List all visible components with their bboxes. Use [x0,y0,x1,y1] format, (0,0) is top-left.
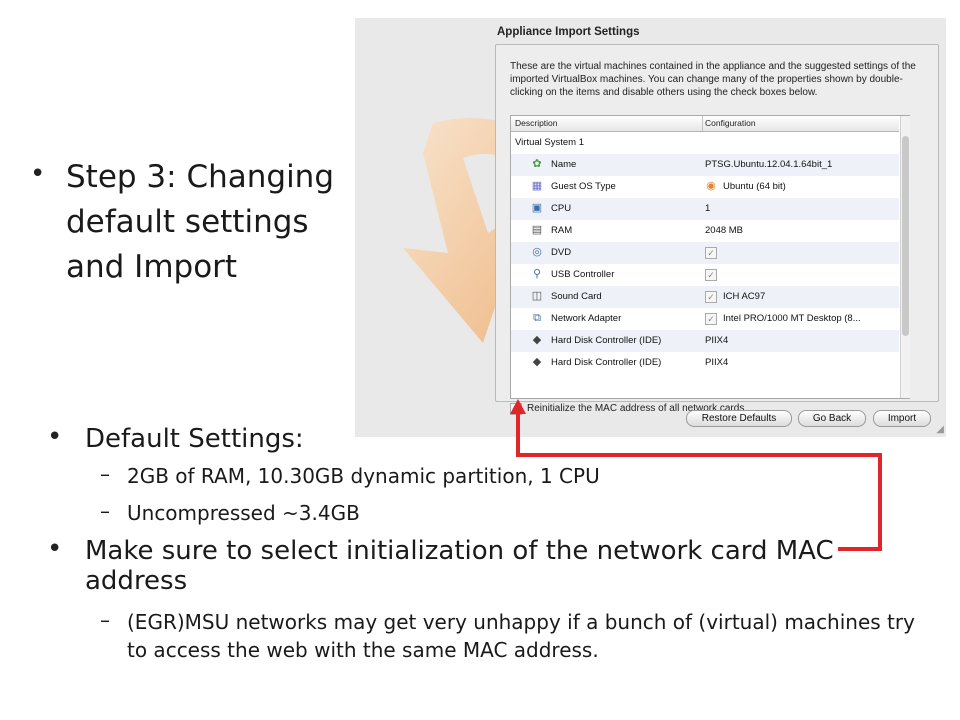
dash-marker: – [100,499,110,523]
import-button[interactable]: Import [873,410,931,427]
name-icon: ✿ [532,158,542,170]
row-value[interactable]: PIIX4 [705,335,728,346]
appliance-import-screenshot: Appliance Import Settings These are the … [355,18,946,437]
row-value[interactable]: Intel PRO/1000 MT Desktop (8... [723,313,861,324]
row-label: CPU [551,203,572,214]
table-row-ram[interactable]: ▤ RAM 2048 MB [511,220,899,242]
ubuntu-icon: ◉ [706,180,716,192]
virtual-system-label: Virtual System 1 [515,137,584,148]
table-row-network[interactable]: ⧉ Network Adapter ✓ Intel PRO/1000 MT De… [511,308,899,330]
row-value[interactable]: PTSG.Ubuntu.12.04.1.64bit_1 [705,159,832,170]
row-value[interactable]: PIIX4 [705,357,728,368]
scrollbar-thumb[interactable] [902,136,909,336]
column-header-description[interactable]: Description [515,118,558,128]
bullet-dot: • [30,159,46,189]
step-bullet-text: Step 3: Changing default settings and Im… [66,159,335,285]
dialog-title: Appliance Import Settings [497,26,640,38]
row-label: Network Adapter [551,313,622,324]
disk-controller-icon: ◆ [532,334,542,346]
sound-checkbox[interactable]: ✓ [705,291,717,303]
row-label: DVD [551,247,572,258]
dash-marker: – [100,608,110,632]
row-label: Hard Disk Controller (IDE) [551,357,662,368]
dash-marker: – [100,462,110,486]
mac-address-note: (EGR)MSU networks may get very unhappy i… [127,610,915,662]
row-value[interactable]: 2048 MB [705,225,743,236]
os-icon: ▦ [531,180,543,192]
ram-icon: ▤ [531,224,543,236]
default-settings-size: Uncompressed ~3.4GB [127,501,360,525]
table-row-disk-controller[interactable]: ◆ Hard Disk Controller (IDE) PIIX4 [511,352,899,374]
row-label: Sound Card [551,291,602,302]
disk-controller-icon: ◆ [532,356,542,368]
row-value[interactable]: 1 [705,203,710,214]
table-row-sound[interactable]: ◫ Sound Card ✓ ICH AC97 [511,286,899,308]
row-value[interactable]: ICH AC97 [723,291,765,302]
bullet-dot: • [47,422,63,452]
sound-icon: ◫ [531,290,543,302]
usb-icon: ⚲ [532,268,542,280]
usb-checkbox[interactable]: ✓ [705,269,717,281]
dialog-description: These are the virtual machines contained… [510,61,916,98]
network-icon: ⧉ [533,312,541,324]
row-label: Hard Disk Controller (IDE) [551,335,662,346]
settings-table: Description Configuration Virtual System… [510,115,910,399]
cpu-icon: ▣ [531,202,543,214]
column-header-configuration[interactable]: Configuration [705,118,756,128]
go-back-button[interactable]: Go Back [798,410,866,427]
restore-defaults-button[interactable]: Restore Defaults [686,410,792,427]
table-header: Description Configuration [511,116,899,132]
reinit-mac-checkbox[interactable]: ✓ [510,403,522,415]
table-scrollbar[interactable] [900,116,910,398]
table-row-cpu[interactable]: ▣ CPU 1 [511,198,899,220]
row-label: Name [551,159,577,170]
table-row-name[interactable]: ✿ Name PTSG.Ubuntu.12.04.1.64bit_1 [511,154,899,176]
default-settings-specs: 2GB of RAM, 10.30GB dynamic partition, 1… [127,464,600,488]
dvd-checkbox[interactable]: ✓ [705,247,717,259]
dialog-panel: These are the virtual machines contained… [495,44,939,415]
row-label: USB Controller [551,269,615,280]
row-value[interactable]: Ubuntu (64 bit) [723,181,786,192]
default-settings-heading: Default Settings: [85,424,304,454]
network-checkbox[interactable]: ✓ [705,313,717,325]
table-row-usb[interactable]: ⚲ USB Controller ✓ [511,264,899,286]
table-row-guest-os[interactable]: ▦ Guest OS Type ◉ Ubuntu (64 bit) [511,176,899,198]
mac-address-bullet: Make sure to select initialization of th… [85,536,834,596]
group-row[interactable]: Virtual System 1 [511,132,899,154]
table-row-dvd[interactable]: ◎ DVD ✓ [511,242,899,264]
row-label: RAM [551,225,573,236]
resize-grip-icon[interactable]: ◢ [936,424,944,435]
dvd-icon: ◎ [532,246,542,258]
bullet-dot: • [47,534,63,564]
row-label: Guest OS Type [551,181,616,192]
table-row-disk-controller[interactable]: ◆ Hard Disk Controller (IDE) PIIX4 [511,330,899,352]
